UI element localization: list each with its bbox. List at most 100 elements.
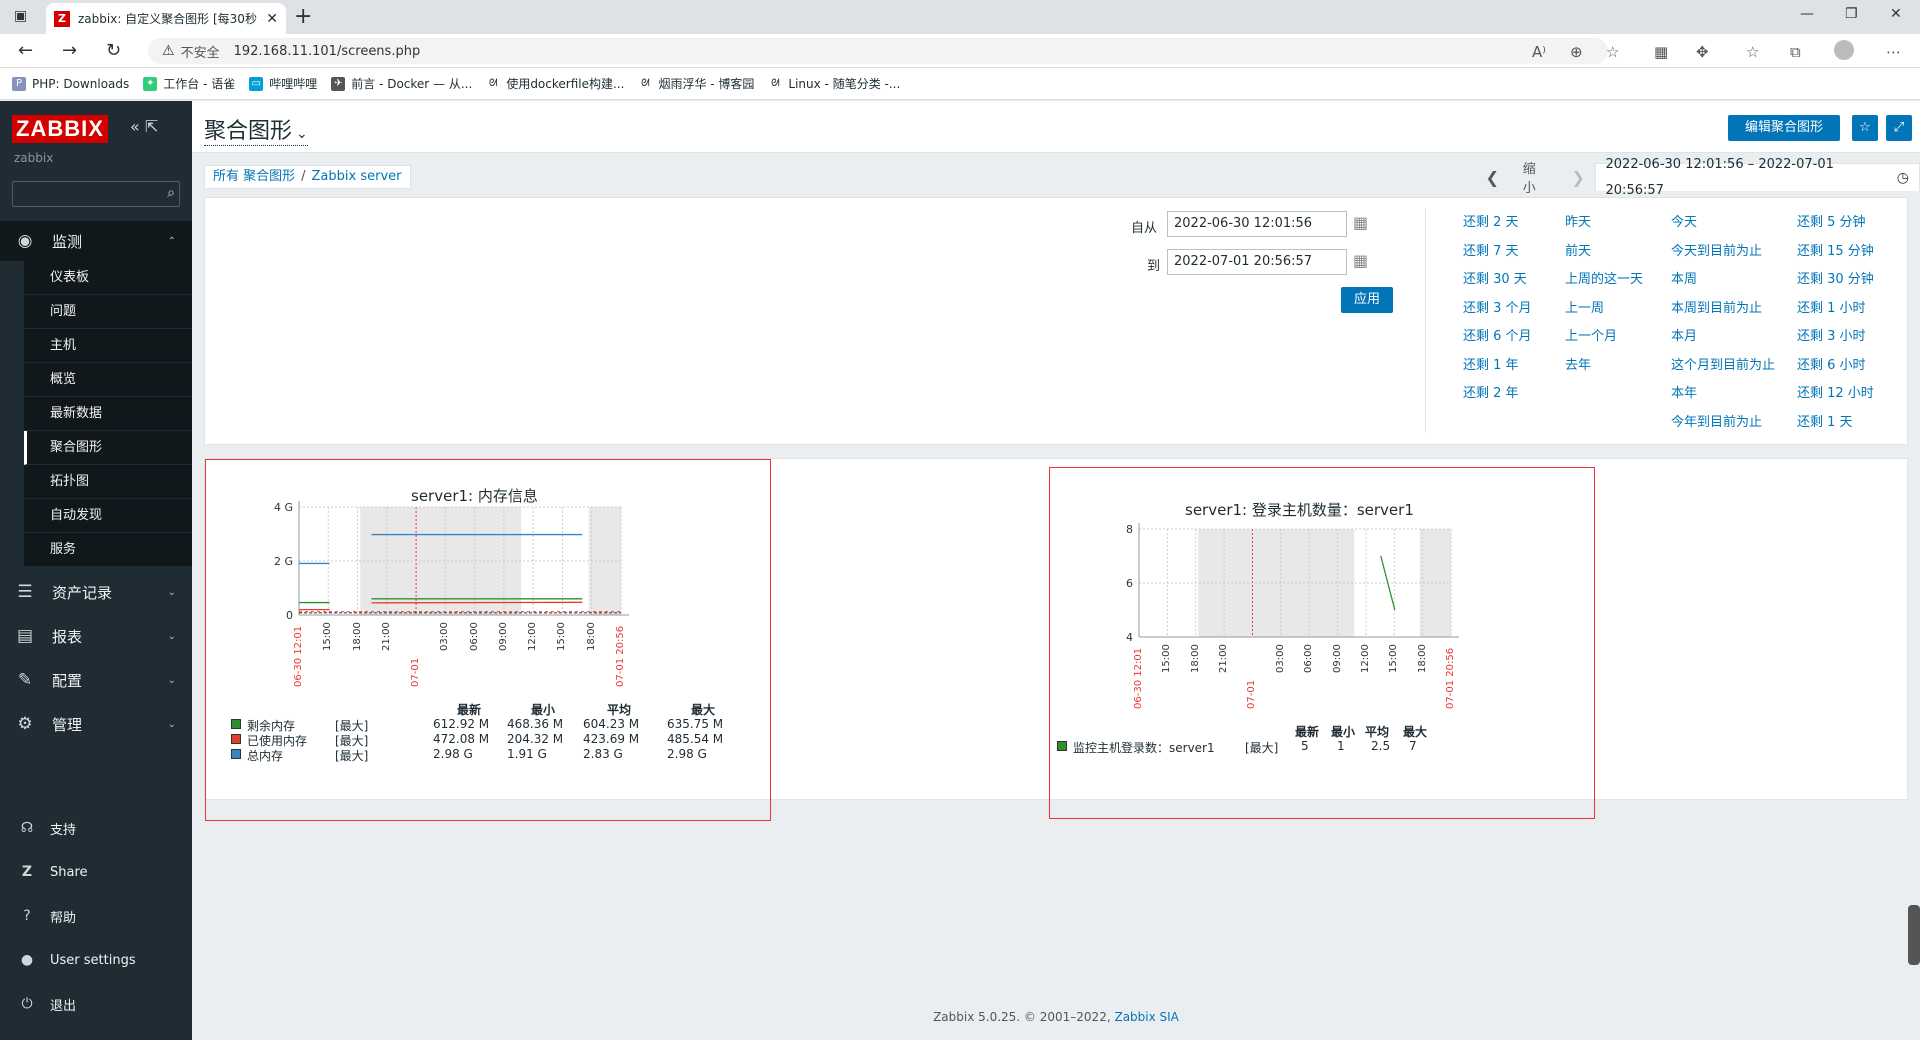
quick-range-link[interactable]: 还剩 15 分钟 [1797,240,1874,259]
quick-range-link[interactable]: 前天 [1565,240,1591,259]
quick-range-link[interactable]: 今天到目前为止 [1671,240,1762,259]
submenu-item-services[interactable]: 服务 [24,533,192,567]
quick-range-link[interactable]: 还剩 3 小时 [1797,325,1866,344]
submenu-item-problems[interactable]: 问题 [24,295,192,329]
quick-range-link[interactable]: 还剩 7 天 [1463,240,1519,259]
quick-range-link[interactable]: 今年到目前为止 [1671,411,1762,430]
scrollbar-handle[interactable] [1908,905,1920,965]
menu-administration[interactable]: ⚙ 管理 ⌄ [0,704,192,744]
sidebar-support[interactable]: ☊ 支持 [0,806,192,850]
submenu-item-hosts[interactable]: 主机 [24,329,192,363]
breadcrumb-all-screens[interactable]: 所有 聚合图形 [213,169,295,184]
restore-icon[interactable]: ❐ [1845,6,1858,22]
calendar-icon[interactable]: ▦ [1353,213,1368,232]
sidebar-collapse-icon[interactable]: « ⇱ [130,117,158,136]
translate-icon[interactable]: ▦ [1654,43,1668,61]
back-icon[interactable]: ← [18,40,33,61]
sidebar-share[interactable]: Z Share [0,850,192,894]
bookmark-item[interactable]: ✦ 工作台 - 语雀 [143,75,235,92]
quick-range-link[interactable]: 本周 [1671,268,1697,287]
bookmark-item[interactable]: P PHP: Downloads [12,76,129,91]
quick-range-link[interactable]: 还剩 1 小时 [1797,297,1866,316]
quick-range-link[interactable]: 还剩 30 分钟 [1797,268,1874,287]
quick-range-link[interactable]: 还剩 1 年 [1463,354,1519,373]
url-field[interactable]: ⚠ 不安全 192.168.11.101/screens.php [148,38,1608,64]
sidebar-help[interactable]: ? 帮助 [0,894,192,938]
page-title-dropdown[interactable]: 聚合图形 ⌄ [204,113,308,146]
quick-range-link[interactable]: 昨天 [1565,211,1591,230]
user-icon: ● [20,952,34,968]
zoom-out-button[interactable]: 缩小 [1509,158,1562,196]
profile-avatar[interactable] [1834,40,1854,60]
zabbix-logo[interactable]: ZABBIX [12,115,108,143]
bookmark-icon: ᘛ [768,76,783,91]
search-input[interactable]: ⌕ [12,181,180,207]
calendar-icon[interactable]: ▦ [1353,251,1368,270]
read-aloud-icon[interactable]: A⁾ [1532,43,1546,61]
quick-range-link[interactable]: 还剩 5 分钟 [1797,211,1866,230]
submenu-item-maps[interactable]: 拓扑图 [24,465,192,499]
quick-range-link[interactable]: 上一周 [1565,297,1604,316]
menu-reports[interactable]: ▤ 报表 ⌄ [0,616,192,656]
bookmark-label: 工作台 - 语雀 [163,77,236,91]
favorite-star-icon[interactable]: ☆ [1852,115,1878,141]
new-tab-icon[interactable]: + [294,4,312,29]
reload-icon[interactable]: ↻ [106,40,121,61]
sidebar-user-settings[interactable]: ● User settings [0,938,192,982]
zoom-icon[interactable]: ⊕ [1570,43,1583,61]
time-next-icon[interactable]: ❯ [1562,168,1595,187]
bookmark-item[interactable]: ᘛ 烟雨浮华 - 博客园 [638,75,754,92]
forward-icon[interactable]: → [62,40,77,61]
quick-range-link[interactable]: 还剩 2 年 [1463,382,1519,401]
quick-range-link[interactable]: 还剩 1 天 [1797,411,1853,430]
quick-range-link[interactable]: 还剩 2 天 [1463,211,1519,230]
favorites-icon[interactable]: ☆ [1746,43,1759,61]
more-icon[interactable]: ⋯ [1886,43,1901,61]
submenu-item-screens[interactable]: 聚合图形 [24,431,192,465]
quick-range-link[interactable]: 去年 [1565,354,1591,373]
close-tab-icon[interactable]: ✕ [266,11,278,27]
tab-actions-icon[interactable]: ▣ [14,8,27,24]
menu-monitoring[interactable]: ◉ 监测 ⌃ [0,221,192,261]
fullscreen-icon[interactable]: ⤢ [1886,115,1912,141]
to-input[interactable]: 2022-07-01 20:56:57 [1167,249,1347,275]
close-window-icon[interactable]: ✕ [1890,6,1902,22]
quick-range-link[interactable]: 还剩 12 小时 [1797,382,1874,401]
menu-configuration[interactable]: ✎ 配置 ⌄ [0,660,192,700]
quick-range-link[interactable]: 上一个月 [1565,325,1617,344]
quick-range-link[interactable]: 本月 [1671,325,1697,344]
quick-range-link[interactable]: 还剩 6 个月 [1463,325,1532,344]
submenu-item-dashboard[interactable]: 仪表板 [24,261,192,295]
edit-screen-button[interactable]: 编辑聚合图形 [1728,115,1840,141]
quick-range-link[interactable]: 这个月到目前为止 [1671,354,1775,373]
submenu-item-discovery[interactable]: 自动发现 [24,499,192,533]
quick-range-link[interactable]: 本年 [1671,382,1697,401]
extensions-icon[interactable]: ✥ [1696,43,1709,61]
quick-range-link[interactable]: 还剩 3 个月 [1463,297,1532,316]
breadcrumb-current[interactable]: Zabbix server [312,169,402,184]
bookmark-item[interactable]: ▭ 哔哩哔哩 [249,75,317,92]
favorite-star-icon[interactable]: ☆ [1606,43,1619,61]
time-prev-icon[interactable]: ❮ [1476,168,1509,187]
apply-button[interactable]: 应用 [1341,287,1393,313]
search-icon[interactable]: ⌕ [167,185,175,201]
sidebar-signout[interactable]: ⏻ 退出 [0,982,192,1026]
quick-range-link[interactable]: 今天 [1671,211,1697,230]
time-range-tab[interactable]: 2022-06-30 12:01:56 – 2022-07-01 20:56:5… [1594,157,1920,198]
footer-link[interactable]: Zabbix SIA [1114,1010,1178,1024]
from-input[interactable]: 2022-06-30 12:01:56 [1167,211,1347,237]
collections-icon[interactable]: ⧉ [1790,43,1801,61]
minimize-icon[interactable]: — [1800,6,1814,22]
bookmark-item[interactable]: ✈ 前言 - Docker — 从... [331,75,472,92]
quick-range-link[interactable]: 上周的这一天 [1565,268,1643,287]
quick-range-link[interactable]: 本周到目前为止 [1671,297,1762,316]
submenu-item-latest-data[interactable]: 最新数据 [24,397,192,431]
quick-range-link[interactable]: 还剩 6 小时 [1797,354,1866,373]
browser-tab[interactable]: Z zabbix: 自定义聚合图形 [每30秒 ✕ [46,3,286,34]
quick-range-link[interactable]: 还剩 30 天 [1463,268,1527,287]
bookmark-item[interactable]: ᘛ Linux - 随笔分类 -... [768,75,900,92]
bookmark-item[interactable]: ᘛ 使用dockerfile构建... [486,75,624,92]
menu-inventory[interactable]: ☰ 资产记录 ⌄ [0,572,192,612]
submenu-item-overview[interactable]: 概览 [24,363,192,397]
from-label: 自从 [1131,221,1158,236]
